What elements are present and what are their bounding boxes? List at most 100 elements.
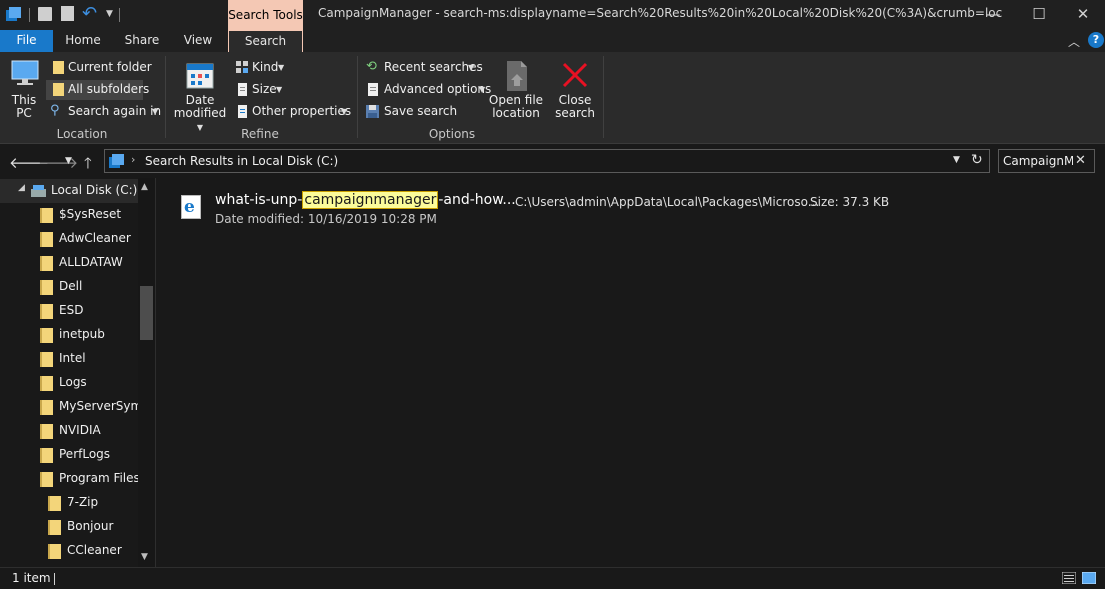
tree-item-folder[interactable]: ESD: [0, 299, 138, 323]
chevron-down-icon: ▼: [468, 63, 475, 72]
computer-icon: [11, 60, 39, 85]
kind-icon: [236, 61, 248, 73]
folder-icon: [40, 232, 53, 247]
ribbon-group-divider: [603, 56, 604, 138]
new-folder-icon[interactable]: [61, 6, 74, 21]
minimize-button[interactable]: —: [970, 0, 1016, 30]
breadcrumb-chevron-icon[interactable]: ›: [131, 153, 135, 166]
address-history-chevron-icon[interactable]: ▼: [953, 155, 960, 165]
drive-icon: [31, 185, 46, 197]
scroll-thumb[interactable]: [140, 286, 153, 340]
close-search-button[interactable]: [560, 60, 590, 92]
this-pc-button[interactable]: [8, 58, 42, 98]
tree-item-folder[interactable]: Program Files: [0, 467, 140, 491]
chevron-down-icon: ▼: [479, 85, 486, 94]
tree-item-folder[interactable]: inetpub: [0, 323, 138, 347]
folder-icon: [40, 280, 53, 295]
result-file-name[interactable]: what-is-unp-campaignmanager -and-how...: [215, 191, 516, 209]
search-input[interactable]: [999, 150, 1073, 172]
calendar-icon: [186, 63, 214, 89]
tree-item-subfolder[interactable]: CCleaner: [0, 539, 138, 563]
open-file-location-button[interactable]: [500, 60, 532, 92]
open-file-location-label: Open file location: [488, 93, 544, 120]
chevron-down-icon: ▼: [196, 123, 204, 132]
recent-searches-icon: ⟲: [366, 59, 377, 74]
tree-item-folder[interactable]: AdwCleaner: [0, 227, 138, 251]
customize-quick-access-icon[interactable]: ▼: [106, 9, 113, 19]
folder-icon[interactable]: [6, 7, 22, 21]
scroll-down-icon[interactable]: ▼: [141, 552, 148, 562]
collapse-ribbon-icon[interactable]: ︿: [1068, 33, 1080, 50]
search-match-highlight: campaignmanager: [302, 191, 439, 209]
tab-file[interactable]: File: [0, 30, 53, 52]
folder-icon: [40, 400, 53, 415]
tab-share[interactable]: Share: [116, 30, 168, 52]
edge-document-icon: e: [181, 195, 201, 219]
properties-icon: [238, 105, 247, 118]
undo-icon[interactable]: ↶: [82, 3, 97, 24]
refresh-icon[interactable]: ↻: [971, 152, 983, 168]
search-box[interactable]: ✕: [998, 149, 1095, 173]
open-file-location-icon: [507, 61, 527, 91]
tree-item-folder[interactable]: PerfLogs: [0, 443, 138, 467]
scroll-up-icon[interactable]: ▲: [141, 182, 148, 192]
folder-icon: [48, 520, 61, 535]
forward-arrow-icon[interactable]: 🡒: [38, 153, 78, 172]
tab-home[interactable]: Home: [58, 30, 108, 52]
recent-locations-chevron-icon[interactable]: ▼: [65, 156, 72, 166]
result-size: Size: 37.3 KB: [810, 195, 890, 209]
navigation-pane-scrollbar[interactable]: ▲ ▼: [138, 178, 155, 567]
search-tools-context-tab[interactable]: Search Tools: [228, 0, 303, 30]
chevron-down-icon: ▼: [278, 63, 285, 72]
quick-access-divider: [29, 8, 30, 22]
tree-item-folder[interactable]: ALLDATAW: [0, 251, 138, 275]
this-pc-label: This PC: [11, 93, 37, 120]
all-subfolders-button[interactable]: All subfolders: [46, 80, 149, 100]
tab-view[interactable]: View: [174, 30, 222, 52]
search-icon: ⚲: [50, 103, 60, 118]
chevron-down-icon: ▼: [152, 107, 159, 116]
close-button[interactable]: ✕: [1060, 0, 1105, 30]
clear-search-icon[interactable]: ✕: [1075, 153, 1086, 168]
close-search-icon: [562, 62, 588, 88]
item-count: 1 item: [12, 571, 51, 585]
tree-item-local-disk[interactable]: ◢ Local Disk (C:): [0, 179, 138, 203]
status-divider: [54, 573, 55, 585]
details-view-icon[interactable]: [1061, 571, 1077, 585]
result-path: C:\Users\admin\AppData\Local\Packages\Mi…: [515, 195, 820, 209]
ribbon-group-divider: [165, 56, 166, 138]
size-icon: [238, 83, 247, 96]
maximize-button[interactable]: ☐: [1016, 0, 1062, 30]
tree-item-folder[interactable]: Intel: [0, 347, 138, 371]
folder-icon: [40, 304, 53, 319]
date-modified-button[interactable]: [183, 60, 217, 90]
chevron-down-icon[interactable]: ◢: [18, 183, 25, 193]
title-bar: ↶ ▼ Search Tools CampaignManager - searc…: [0, 0, 1105, 30]
tree-item-subfolder[interactable]: Bonjour: [0, 515, 138, 539]
save-icon: [366, 105, 379, 118]
ribbon-group-divider: [357, 56, 358, 138]
address-bar[interactable]: › Search Results in Local Disk (C:) ▼ ↻: [104, 149, 990, 173]
refine-group-label: Refine: [241, 127, 279, 141]
tree-item-folder[interactable]: Logs: [0, 371, 138, 395]
folder-icon: [40, 328, 53, 343]
up-arrow-icon[interactable]: 🡑: [84, 153, 92, 178]
folder-icon: [40, 208, 53, 223]
large-icons-view-icon[interactable]: [1081, 571, 1097, 585]
list-item[interactable]: e what-is-unp-campaignmanager -and-how...…: [173, 188, 1013, 232]
breadcrumb[interactable]: Search Results in Local Disk (C:): [145, 154, 338, 168]
folder-icon: [40, 448, 53, 463]
tree-item-folder[interactable]: Dell: [0, 275, 138, 299]
tab-search[interactable]: Search: [228, 30, 303, 52]
properties-icon[interactable]: [38, 7, 52, 21]
folder-icon: [53, 61, 64, 74]
help-icon[interactable]: ?: [1088, 32, 1104, 48]
advanced-options-icon: [368, 83, 378, 96]
tree-item-folder[interactable]: MyServerSymb: [0, 395, 138, 419]
navigation-pane: ◢ Local Disk (C:) $SysReset AdwCleaner A…: [0, 178, 156, 567]
tree-item-subfolder[interactable]: 7-Zip: [0, 491, 138, 515]
ribbon: This PC Current folder All subfolders ⚲ …: [0, 52, 1105, 144]
tree-item-folder[interactable]: NVIDIA: [0, 419, 138, 443]
tree-item-folder[interactable]: $SysReset: [0, 203, 138, 227]
folder-icon: [48, 496, 61, 511]
